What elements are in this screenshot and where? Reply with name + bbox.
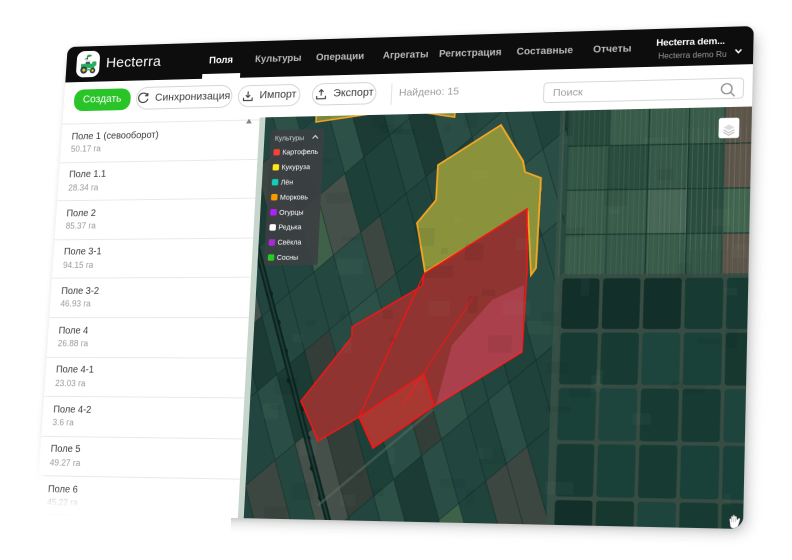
svg-text:Морковь: Морковь [280, 194, 309, 202]
svg-text:Сосны: Сосны [277, 254, 299, 262]
svg-text:Лён: Лён [281, 179, 294, 187]
svg-text:Картофель: Картофель [282, 149, 319, 157]
svg-text:Редька: Редька [278, 224, 302, 232]
svg-text:Свёкла: Свёкла [277, 239, 302, 247]
svg-text:Огурцы: Огурцы [279, 209, 304, 217]
svg-text:Кукуруза: Кукуруза [281, 164, 310, 172]
svg-text:Культуры: Культуры [275, 135, 305, 143]
